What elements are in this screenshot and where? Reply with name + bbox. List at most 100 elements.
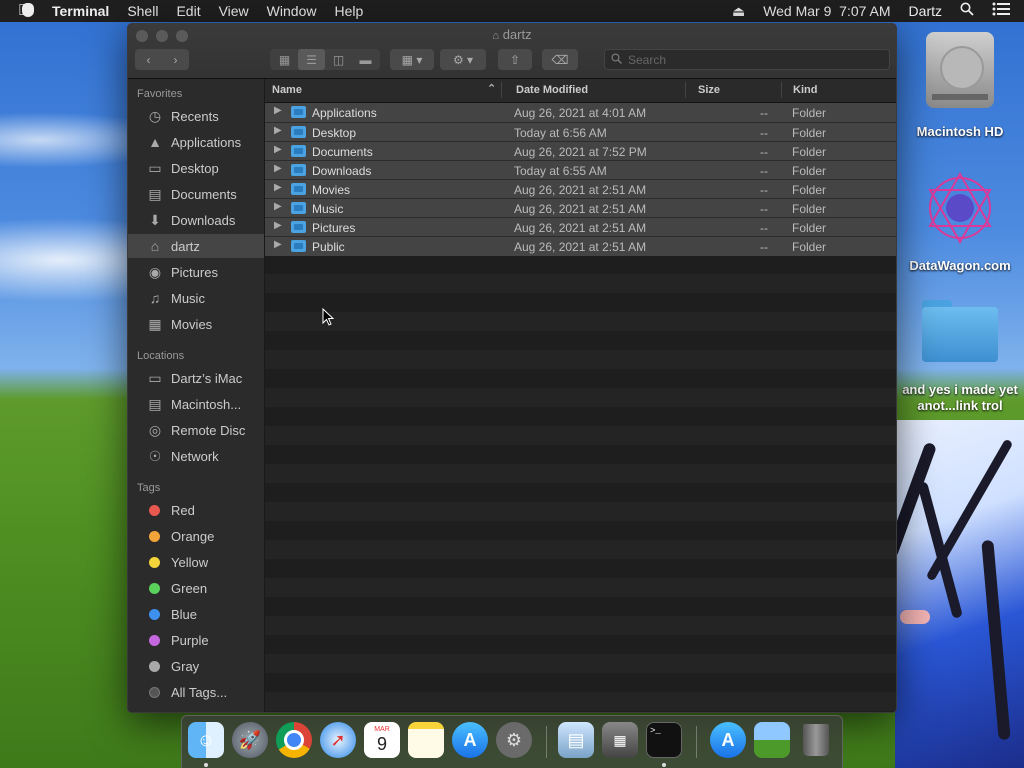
icon-view-button[interactable]: ▦: [271, 49, 298, 70]
dock-calendar-icon[interactable]: MAR 9: [364, 722, 400, 758]
sidebar-header-tags: Tags: [137, 482, 161, 494]
dock-notes-icon[interactable]: [408, 722, 444, 758]
file-size: --: [760, 164, 768, 178]
action-gear-button[interactable]: ⚙ ▾: [440, 49, 486, 70]
sidebar-item-dartz[interactable]: ⌂ dartz: [128, 234, 264, 258]
dock-app-store-downloads-icon[interactable]: A: [710, 722, 746, 758]
disclosure-triangle-icon[interactable]: ▶: [274, 144, 282, 155]
sidebar-tag-red[interactable]: Red: [128, 498, 264, 522]
menu-view[interactable]: View: [210, 0, 258, 22]
menu-bar:  Terminal Shell Edit View Window Help ⏏…: [0, 0, 1024, 22]
menu-shell[interactable]: Shell: [118, 0, 167, 22]
column-view-button[interactable]: ◫: [325, 49, 352, 70]
clock-icon: ◷: [148, 107, 162, 124]
disclosure-triangle-icon[interactable]: ▶: [274, 220, 282, 231]
file-size: --: [760, 106, 768, 120]
sidebar-tag-gray[interactable]: Gray: [128, 654, 264, 678]
sidebar-item-macintosh-hd[interactable]: ▤ Macintosh...: [128, 392, 264, 416]
sidebar-item-applications[interactable]: ▲ Applications: [128, 130, 264, 154]
file-row-downloads[interactable]: ▶ Downloads Today at 6:55 AM -- Folder: [265, 160, 896, 180]
column-header-kind[interactable]: Kind: [793, 84, 817, 96]
file-kind: Folder: [792, 240, 827, 254]
group-button[interactable]: ▦ ▾: [390, 49, 434, 70]
folder-icon: [920, 300, 1000, 362]
disc-icon: ◎: [148, 421, 162, 438]
sidebar-item-music[interactable]: ♫ Music: [128, 286, 264, 310]
dock-app-store-icon[interactable]: A: [452, 722, 488, 758]
menu-app-name[interactable]: Terminal: [43, 0, 118, 22]
dock-calculator-icon[interactable]: ▦: [602, 722, 638, 758]
desktop-icon-datawagon[interactable]: DataWagon.com: [900, 168, 1020, 273]
disclosure-triangle-icon[interactable]: ▶: [274, 239, 282, 250]
sidebar-tag-blue[interactable]: Blue: [128, 602, 264, 626]
sidebar-item-movies[interactable]: ▦ Movies: [128, 312, 264, 336]
all-tags-icon: [149, 686, 160, 698]
forward-button[interactable]: ›: [174, 53, 178, 67]
file-row-documents[interactable]: ▶ Documents Aug 26, 2021 at 7:52 PM -- Folde…: [265, 141, 896, 161]
dock-launchpad-icon[interactable]: 🚀: [232, 722, 268, 758]
hard-drive-icon: [926, 32, 994, 108]
dock-preview-icon[interactable]: ▤: [558, 722, 594, 758]
dock-trash-icon[interactable]: [798, 722, 834, 758]
dock-safari-icon[interactable]: ➚: [320, 722, 356, 758]
tag-button[interactable]: ⌫: [542, 49, 578, 70]
notification-center-icon[interactable]: [983, 0, 1024, 22]
column-header-date-modified[interactable]: Date Modified: [516, 84, 588, 96]
file-name: Desktop: [312, 126, 357, 140]
share-button[interactable]: ⇧: [498, 49, 532, 70]
sidebar-tag-green[interactable]: Green: [128, 576, 264, 600]
gallery-view-button[interactable]: ▬: [352, 49, 379, 70]
sidebar-item-remote-disc[interactable]: ◎ Remote Disc: [128, 418, 264, 442]
sidebar-item-documents[interactable]: ▤ Documents: [128, 182, 264, 206]
tag-color-dot: [149, 634, 160, 646]
sidebar-item-imac[interactable]: ▭ Dartz’s iMac: [128, 366, 264, 390]
dock: ☺ 🚀 ➚ MAR 9 A ⚙ ▤ ▦ >_ A: [181, 715, 843, 768]
file-row-desktop[interactable]: ▶ Desktop Today at 6:56 AM -- Folder: [265, 122, 896, 142]
file-row-public[interactable]: ▶ Public Aug 26, 2021 at 2:51 AM -- Folder: [265, 236, 896, 256]
sidebar-item-desktop[interactable]: ▭ Desktop: [128, 156, 264, 180]
clock[interactable]: Wed Mar 9 7:07 AM: [754, 0, 899, 22]
back-button[interactable]: ‹: [147, 53, 151, 67]
file-row-movies[interactable]: ▶ Movies Aug 26, 2021 at 2:51 AM -- Folder: [265, 179, 896, 199]
file-row-music[interactable]: ▶ Music Aug 26, 2021 at 2:51 AM -- Folder: [265, 198, 896, 218]
apple-icon[interactable]: : [0, 0, 43, 22]
desktop-icon-macintosh-hd[interactable]: Macintosh HD: [905, 32, 1015, 139]
sidebar: Favorites ◷ Recents ▲ Applications ▭ Deskto…: [128, 79, 265, 712]
eject-icon[interactable]: ⏏: [723, 0, 754, 22]
disclosure-triangle-icon[interactable]: ▶: [274, 182, 282, 193]
sidebar-item-pictures[interactable]: ◉ Pictures: [128, 260, 264, 284]
column-header-name[interactable]: Name: [272, 84, 302, 96]
user-menu[interactable]: Dartz: [900, 0, 951, 22]
desktop-icon-folder[interactable]: and yes i made yet anot...link trol: [900, 300, 1020, 414]
search-input[interactable]: [626, 51, 880, 68]
disclosure-triangle-icon[interactable]: ▶: [274, 105, 282, 116]
file-size: --: [760, 126, 768, 140]
file-name: Documents: [312, 145, 373, 159]
list-view-button[interactable]: ☰: [298, 49, 325, 70]
file-list: Name ⌃ Date Modified Size Kind ▶ Applicat…: [265, 79, 896, 712]
file-row-pictures[interactable]: ▶ Pictures Aug 26, 2021 at 2:51 AM -- Folder: [265, 217, 896, 237]
sidebar-item-recents[interactable]: ◷ Recents: [128, 104, 264, 128]
sidebar-tag-yellow[interactable]: Yellow: [128, 550, 264, 574]
menu-edit[interactable]: Edit: [167, 0, 209, 22]
spotlight-icon[interactable]: [951, 0, 983, 22]
file-row-applications[interactable]: ▶ Applications Aug 26, 2021 at 4:01 AM -- Fo…: [265, 103, 896, 122]
sidebar-all-tags[interactable]: All Tags...: [128, 680, 264, 704]
sidebar-tag-purple[interactable]: Purple: [128, 628, 264, 652]
dock-terminal-icon[interactable]: >_: [646, 722, 682, 758]
menu-help[interactable]: Help: [325, 0, 372, 22]
menu-window[interactable]: Window: [258, 0, 326, 22]
disclosure-triangle-icon[interactable]: ▶: [274, 201, 282, 212]
dock-chrome-icon[interactable]: [276, 722, 312, 758]
dock-finder-icon[interactable]: ☺: [188, 722, 224, 758]
disclosure-triangle-icon[interactable]: ▶: [274, 125, 282, 136]
sidebar-item-network[interactable]: ☉ Network: [128, 444, 264, 468]
dock-image-stack-icon[interactable]: [754, 722, 790, 758]
dock-system-preferences-icon[interactable]: ⚙: [496, 722, 532, 758]
search-field[interactable]: [604, 49, 890, 70]
sidebar-item-downloads[interactable]: ⬇ Downloads: [128, 208, 264, 232]
column-header-size[interactable]: Size: [698, 84, 720, 96]
disclosure-triangle-icon[interactable]: ▶: [274, 163, 282, 174]
sidebar-tag-orange[interactable]: Orange: [128, 524, 264, 548]
file-size: --: [760, 221, 768, 235]
